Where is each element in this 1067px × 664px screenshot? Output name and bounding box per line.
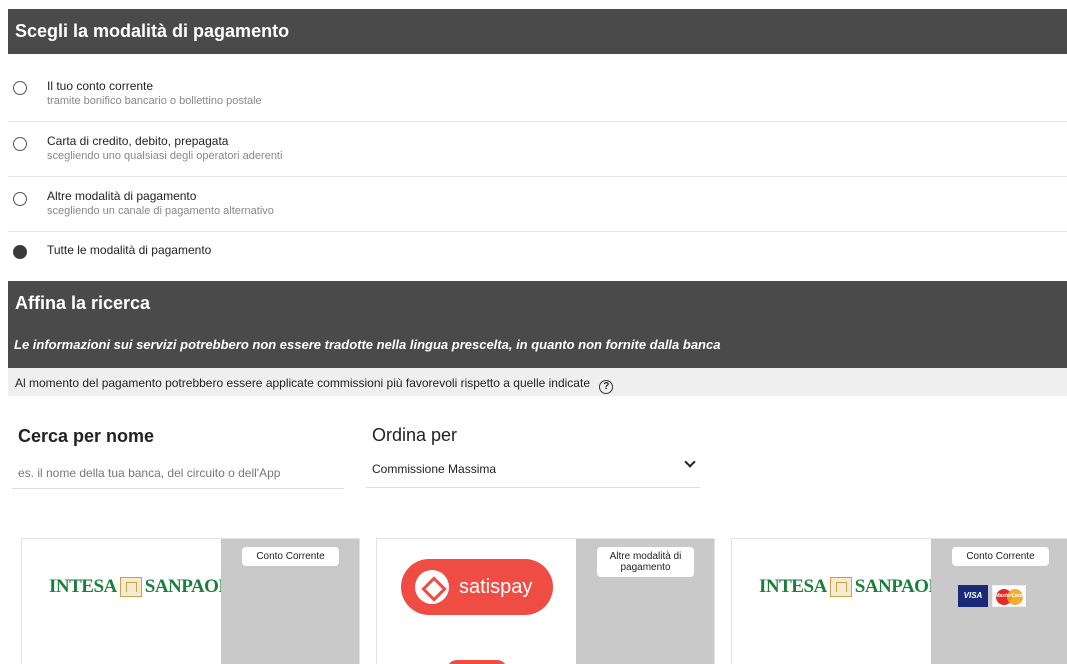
sort-by: Ordina per Commissione Massima	[366, 425, 700, 488]
card-side-panel: Conto Corrente VISA MasterCard	[931, 539, 1067, 664]
sort-title: Ordina per	[372, 425, 458, 445]
mastercard-logo: MasterCard	[992, 585, 1026, 607]
logo-text-left: INTESA	[49, 576, 117, 597]
result-card[interactable]: INTESA SANPAOLO Conto Corrente VISA Mast…	[731, 538, 1067, 664]
sort-selected-value: Commissione Massima	[372, 462, 497, 476]
card-tag: Altre modalità di pagamento	[597, 547, 694, 577]
help-icon[interactable]: ?	[599, 380, 614, 394]
commission-info-bar: Al momento del pagamento potrebbero esse…	[8, 368, 1067, 396]
search-by-name: Cerca per nome	[12, 426, 344, 489]
payment-options-list: Il tuo conto corrente tramite bonifico b…	[8, 64, 1067, 272]
option-conto-corrente[interactable]: Il tuo conto corrente tramite bonifico b…	[8, 64, 1067, 122]
satispay-icon	[415, 570, 449, 604]
intesa-sanpaolo-logo: INTESA SANPAOLO	[759, 572, 955, 602]
card-tag: Conto Corrente	[242, 547, 339, 566]
option-tutte[interactable]: Tutte le modalità di pagamento	[8, 232, 1067, 272]
chevron-down-icon[interactable]	[684, 456, 696, 468]
option-altre[interactable]: Altre modalità di pagamento scegliendo u…	[8, 177, 1067, 232]
commission-info-text: Al momento del pagamento potrebbero esse…	[15, 376, 590, 390]
search-title: Cerca per nome	[18, 426, 155, 446]
option-label: Tutte le modalità di pagamento	[47, 243, 212, 257]
search-input[interactable]	[12, 461, 344, 489]
option-label: Carta di credito, debito, prepagata	[47, 134, 229, 148]
satispay-logo: satispay	[401, 559, 553, 615]
result-card[interactable]: satispay Altre modalità di pagamento	[376, 538, 715, 664]
option-carta[interactable]: Carta di credito, debito, prepagata sceg…	[8, 122, 1067, 177]
card-circuit-logos: VISA MasterCard	[958, 585, 1026, 607]
sort-select[interactable]: Commissione Massima	[366, 452, 700, 488]
radio-conto-corrente[interactable]	[13, 81, 27, 95]
mastercard-text: MasterCard	[995, 593, 1023, 599]
satispay-secondary-logo	[447, 660, 507, 664]
intesa-mark-icon	[829, 577, 852, 597]
radio-altre[interactable]	[13, 192, 27, 206]
radio-tutte[interactable]	[13, 245, 27, 259]
refine-search-title: Affina la ricerca	[15, 293, 151, 313]
refine-search-header: Affina la ricerca Le informazioni sui se…	[8, 281, 1067, 368]
translation-note: Le informazioni sui servizi potrebbero n…	[14, 337, 721, 352]
visa-logo: VISA	[958, 585, 988, 607]
option-label: Altre modalità di pagamento	[47, 189, 197, 203]
logo-text-left: INTESA	[759, 576, 827, 597]
card-side-panel: Altre modalità di pagamento	[576, 539, 714, 664]
card-side-panel: Conto Corrente	[221, 539, 359, 664]
radio-carta[interactable]	[13, 137, 27, 151]
intesa-mark-icon	[119, 577, 142, 597]
intesa-sanpaolo-logo: INTESA SANPAOLO	[49, 572, 245, 602]
satispay-logo-text: satispay	[459, 575, 533, 598]
option-label: Il tuo conto corrente	[47, 79, 154, 93]
option-sublabel: scegliendo uno qualsiasi degli operatori…	[47, 150, 283, 162]
option-sublabel: tramite bonifico bancario o bollettino p…	[47, 95, 262, 107]
option-sublabel: scegliendo un canale di pagamento altern…	[47, 205, 274, 217]
payment-method-header: Scegli la modalità di pagamento	[8, 9, 1067, 54]
result-card[interactable]: INTESA SANPAOLO Conto Corrente	[21, 538, 360, 664]
payment-method-title: Scegli la modalità di pagamento	[15, 21, 290, 41]
card-tag: Conto Corrente	[952, 547, 1049, 566]
